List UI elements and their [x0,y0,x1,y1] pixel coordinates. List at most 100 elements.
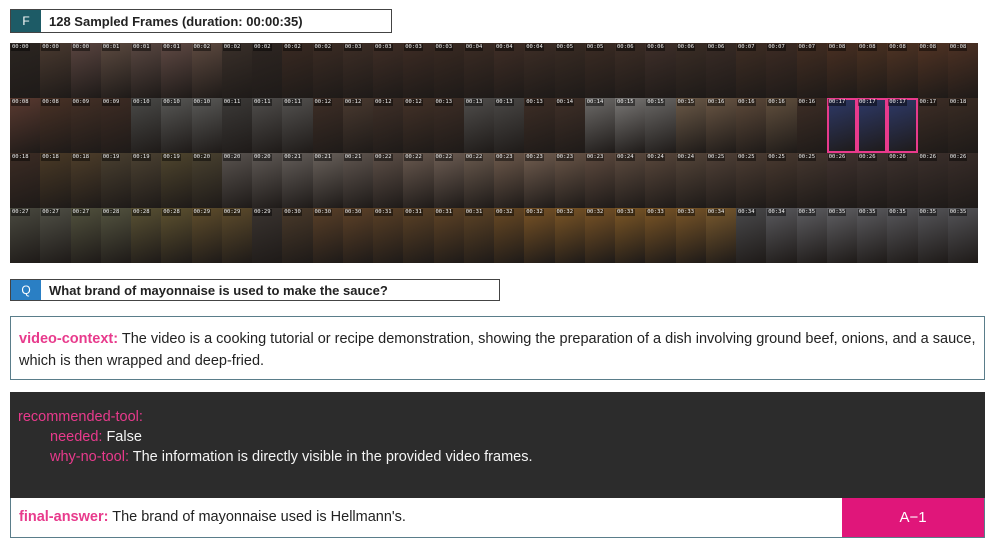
video-frame: 00:02 [312,43,343,98]
video-frame: 00:35 [826,208,857,263]
video-frame: 00:25 [796,153,827,208]
frame-timestamp: 00:08 [888,44,907,51]
video-frame: 00:30 [342,208,373,263]
frame-timestamp: 00:15 [676,99,696,106]
video-frame: 00:16 [705,98,736,153]
frame-timestamp: 00:29 [192,209,212,216]
frame-timestamp: 00:08 [918,44,938,51]
needed-key: needed: [50,429,103,445]
frame-timestamp: 00:06 [676,44,696,51]
video-frame: 00:16 [766,98,797,153]
frame-timestamp: 00:31 [374,209,393,216]
video-frame: 00:35 [947,208,978,263]
frame-timestamp: 00:10 [192,99,212,106]
frame-timestamp: 00:16 [706,99,726,106]
video-context-box: video-context: The video is a cooking tu… [10,316,985,380]
video-frame: 00:08 [857,43,888,98]
frame-timestamp: 00:08 [827,44,847,51]
video-frame: 00:23 [524,153,555,208]
frame-timestamp: 00:06 [646,44,665,51]
frame-timestamp: 00:02 [222,44,242,51]
frame-grid: 00:00 00:00 00:00 00:01 00:01 00:01 00:02 00:02… [10,43,978,263]
video-frame: 00:05 [584,43,615,98]
frame-timestamp: 00:16 [767,99,786,106]
video-frame: 00:13 [524,98,555,153]
frame-timestamp: 00:04 [464,44,484,51]
video-frame: 00:09 [100,98,131,153]
video-frame: 00:08 [887,43,918,98]
frame-timestamp: 00:16 [797,99,817,106]
frame-timestamp: 00:27 [41,209,60,216]
video-frame: 00:01 [131,43,162,98]
video-frame: 00:26 [917,153,948,208]
video-frame: 00:12 [312,98,343,153]
frame-timestamp: 00:22 [374,154,393,161]
frame-timestamp: 00:29 [222,209,242,216]
video-frame: 00:21 [312,153,343,208]
frame-timestamp: 00:12 [343,99,363,106]
video-frame: 00:02 [252,43,283,98]
video-frame: 00:02 [191,43,222,98]
frame-timestamp: 00:00 [11,44,30,51]
video-frame: 00:12 [342,98,373,153]
video-frame: 00:31 [403,208,434,263]
video-frame: 00:21 [342,153,373,208]
final-answer-row: final-answer: The brand of mayonnaise us… [10,498,985,538]
video-frame: 00:33 [675,208,706,263]
frame-timestamp: 00:11 [253,99,272,106]
frame-timestamp: 00:21 [313,154,333,161]
frame-timestamp: 00:01 [162,44,181,51]
video-frame: 00:30 [312,208,343,263]
frame-timestamp: 00:23 [495,154,514,161]
video-frame: 00:25 [766,153,797,208]
video-frame: 00:02 [282,43,313,98]
video-frame: 00:03 [433,43,464,98]
video-frame: 00:35 [857,208,888,263]
video-frame: 00:29 [191,208,222,263]
video-frame: 00:26 [857,153,888,208]
video-frame: 00:20 [191,153,222,208]
video-context-text: The video is a cooking tutorial or recip… [19,331,976,369]
frame-timestamp: 00:10 [132,99,151,106]
frame-timestamp: 00:24 [676,154,696,161]
frame-timestamp: 00:08 [858,44,877,51]
video-frame: 00:10 [131,98,162,153]
frame-timestamp: 00:25 [706,154,726,161]
frame-timestamp: 00:25 [767,154,786,161]
video-frame: 00:10 [161,98,192,153]
video-frame: 00:17 [887,98,918,153]
video-frame: 00:20 [252,153,283,208]
frame-timestamp: 00:28 [162,209,181,216]
video-frame: 00:35 [796,208,827,263]
video-frame: 00:33 [645,208,676,263]
video-frame: 00:14 [584,98,615,153]
video-frame: 00:24 [615,153,646,208]
video-frame: 00:08 [917,43,948,98]
frame-timestamp: 00:08 [11,99,30,106]
video-frame: 00:26 [887,153,918,208]
video-frame: 00:25 [736,153,767,208]
video-frame: 00:07 [796,43,827,98]
frame-timestamp: 00:02 [253,44,272,51]
frame-timestamp: 00:03 [374,44,393,51]
frame-timestamp: 00:35 [797,209,817,216]
frame-timestamp: 00:26 [888,154,907,161]
video-frame: 00:32 [524,208,555,263]
video-frame: 00:00 [40,43,71,98]
final-answer-box: final-answer: The brand of mayonnaise us… [11,498,842,537]
frame-timestamp: 00:19 [162,154,181,161]
video-frame: 00:07 [766,43,797,98]
video-frame: 00:13 [463,98,494,153]
frame-timestamp: 00:30 [343,209,363,216]
video-frame: 00:18 [10,153,41,208]
video-frame: 00:13 [494,98,525,153]
frame-timestamp: 00:29 [253,209,272,216]
frame-timestamp: 00:12 [374,99,393,106]
frame-timestamp: 00:20 [222,154,242,161]
video-frame: 00:31 [373,208,404,263]
video-frame: 00:28 [161,208,192,263]
video-frame: 00:23 [494,153,525,208]
video-frame: 00:23 [554,153,585,208]
video-frame: 00:26 [947,153,978,208]
video-frame: 00:31 [433,208,464,263]
